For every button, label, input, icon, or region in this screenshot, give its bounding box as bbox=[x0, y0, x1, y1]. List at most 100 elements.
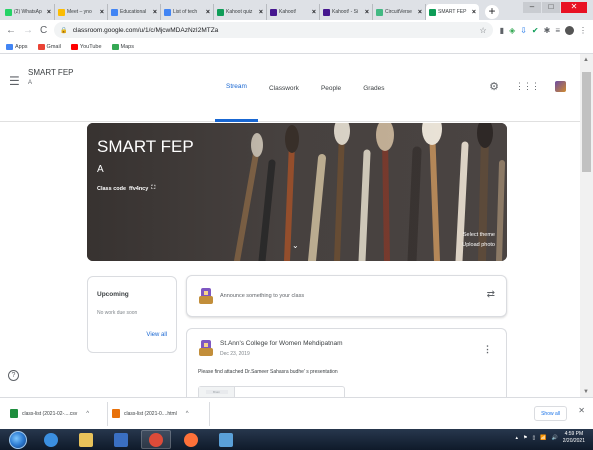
download-item[interactable]: class-list (2021-0....html ^ bbox=[108, 401, 210, 426]
gear-icon[interactable]: ⚙ bbox=[489, 80, 499, 93]
bookmark-item[interactable]: Gmail bbox=[37, 43, 61, 50]
upcoming-empty-text: No work due soon bbox=[97, 310, 138, 316]
reload-button[interactable]: C bbox=[40, 25, 47, 36]
url-input[interactable]: 🔒 classroom.google.com/u/1/c/MjcwMDAzNzI… bbox=[54, 22, 493, 38]
tab-grades[interactable]: Grades bbox=[352, 54, 395, 122]
tab-people[interactable]: People bbox=[310, 54, 352, 122]
tab-favicon-icon bbox=[323, 8, 330, 16]
chevron-down-icon[interactable]: ⌄ bbox=[292, 241, 299, 250]
tab-title: Kahoot! - Si bbox=[332, 9, 359, 15]
more-options-icon[interactable]: ⋮ bbox=[483, 344, 492, 355]
close-icon[interactable]: ✕ bbox=[578, 406, 585, 415]
browser-tab[interactable]: Meet – yno × bbox=[55, 4, 108, 20]
extension-icon[interactable]: ✱ bbox=[544, 26, 551, 35]
taskbar-firefox[interactable] bbox=[176, 430, 206, 449]
check-extension-icon[interactable]: ✔ bbox=[532, 26, 539, 35]
address-bar-row: ← → C 🔒 classroom.google.com/u/1/c/MjcwM… bbox=[0, 20, 593, 40]
show-hidden-icons-icon[interactable]: ▴ bbox=[516, 435, 519, 441]
extensions-area: ▮ ◈ ⇩ ✔ ✱ ≡ ⋮ bbox=[500, 25, 587, 35]
class-code: Class code ffv4ncy ⛶ bbox=[97, 185, 155, 192]
firefox-icon bbox=[184, 432, 198, 447]
hamburger-menu-icon[interactable]: ☰ bbox=[9, 74, 20, 88]
extension-icon[interactable]: ▮ bbox=[500, 26, 504, 35]
tab-title: (2) WhatsAp bbox=[14, 9, 42, 15]
page-scrollbar[interactable]: ▲ ▼ bbox=[580, 54, 593, 397]
window-close-button[interactable]: ✕ bbox=[561, 2, 587, 13]
scroll-down-icon[interactable]: ▼ bbox=[583, 389, 589, 395]
class-section: A bbox=[28, 80, 33, 86]
url-text: classroom.google.com/u/1/c/MjcwMDAzNzI2M… bbox=[72, 26, 219, 34]
scrollbar-thumb[interactable] bbox=[582, 72, 591, 172]
announce-box[interactable]: Announce something to your class ⇄ bbox=[186, 275, 507, 317]
tab-stream[interactable]: Stream bbox=[215, 54, 258, 122]
clock[interactable]: 4:59 PM 2/20/2021 bbox=[563, 431, 585, 445]
class-title[interactable]: SMART FEP bbox=[28, 68, 74, 77]
tab-title: Kahoot quiz bbox=[226, 9, 253, 15]
tab-list: (2) WhatsAp × Meet – yno × Educational × List … bbox=[2, 0, 479, 20]
tab-close-icon[interactable]: × bbox=[206, 9, 210, 16]
browser-tab[interactable]: Kahoot! × bbox=[267, 4, 320, 20]
taskbar-file-explorer[interactable] bbox=[71, 430, 101, 449]
volume-icon[interactable]: 🔊 bbox=[552, 435, 558, 441]
fullscreen-icon[interactable]: ⛶ bbox=[151, 185, 155, 192]
browser-tab[interactable]: Educational × bbox=[108, 4, 161, 20]
bookmark-item[interactable]: Apps bbox=[6, 43, 28, 50]
tab-close-icon[interactable]: × bbox=[312, 9, 316, 16]
maximize-button[interactable]: □ bbox=[542, 2, 560, 13]
download-list: class-list (2021-02-....csv ^ class-list (… bbox=[6, 401, 210, 426]
taskbar-media-player[interactable] bbox=[106, 430, 136, 449]
tab-close-icon[interactable]: × bbox=[418, 9, 422, 16]
tab-close-icon[interactable]: × bbox=[365, 9, 369, 16]
banner-actions: Select theme Upload photo bbox=[462, 230, 495, 250]
browser-tab[interactable]: Kahoot quiz × bbox=[214, 4, 267, 20]
taskbar-photos[interactable] bbox=[211, 430, 241, 449]
bookmark-icon bbox=[70, 43, 78, 50]
profile-avatar[interactable] bbox=[565, 25, 574, 35]
menu-icon[interactable]: ⋮ bbox=[579, 26, 587, 35]
extension-icon[interactable]: ◈ bbox=[509, 26, 515, 35]
bookmark-icon bbox=[37, 43, 45, 50]
browser-tab[interactable]: SMART FEP × bbox=[426, 4, 479, 20]
tab-title: Meet – yno bbox=[67, 9, 92, 15]
star-icon[interactable]: ☆ bbox=[479, 26, 486, 35]
back-button[interactable]: ← bbox=[6, 25, 16, 36]
tab-close-icon[interactable]: × bbox=[47, 9, 51, 16]
tab-close-icon[interactable]: × bbox=[153, 9, 157, 16]
apps-grid-icon[interactable]: ⋮⋮⋮ bbox=[515, 81, 540, 92]
repost-icon[interactable]: ⇄ bbox=[487, 289, 495, 300]
extension-icon[interactable]: ⇩ bbox=[520, 26, 527, 35]
show-all-button[interactable]: Show all bbox=[534, 406, 567, 421]
bookmark-item[interactable]: Maps bbox=[111, 43, 134, 50]
select-theme-link[interactable]: Select theme bbox=[462, 230, 495, 240]
taskbar-apps bbox=[31, 430, 241, 449]
scroll-up-icon[interactable]: ▲ bbox=[583, 57, 589, 63]
tab-classwork[interactable]: Classwork bbox=[258, 54, 310, 122]
avatar[interactable] bbox=[555, 81, 566, 92]
download-name: class-list (2021-02-....csv bbox=[22, 410, 78, 417]
browser-tab[interactable]: List of tech × bbox=[161, 4, 214, 20]
view-all-link[interactable]: View all bbox=[146, 332, 167, 338]
download-item[interactable]: class-list (2021-02-....csv ^ bbox=[6, 401, 108, 426]
browser-tab[interactable]: CircuitVerse × bbox=[373, 4, 426, 20]
bookmark-item[interactable]: YouTube bbox=[70, 43, 102, 50]
minimize-button[interactable]: – bbox=[523, 2, 541, 13]
chevron-up-icon[interactable]: ^ bbox=[186, 411, 189, 417]
new-tab-button[interactable]: + bbox=[485, 5, 499, 19]
flag-icon[interactable]: ⚑ bbox=[523, 435, 527, 441]
chevron-up-icon[interactable]: ^ bbox=[86, 411, 89, 417]
taskbar-internet-explorer[interactable] bbox=[36, 430, 66, 449]
battery-icon[interactable]: ▯ bbox=[533, 435, 536, 441]
upload-photo-link[interactable]: Upload photo bbox=[462, 240, 495, 250]
tab-close-icon[interactable]: × bbox=[100, 9, 104, 16]
tab-close-icon[interactable]: × bbox=[259, 9, 263, 16]
network-icon[interactable]: 📶 bbox=[540, 435, 546, 441]
taskbar-chrome[interactable] bbox=[141, 430, 171, 449]
help-icon[interactable]: ? bbox=[8, 370, 19, 381]
tab-favicon-icon bbox=[164, 8, 171, 16]
start-button[interactable] bbox=[9, 430, 27, 449]
playlist-icon[interactable]: ≡ bbox=[555, 26, 560, 35]
forward-button[interactable]: → bbox=[23, 25, 33, 36]
browser-tab[interactable]: Kahoot! - Si × bbox=[320, 4, 373, 20]
browser-tab[interactable]: (2) WhatsAp × bbox=[2, 4, 55, 20]
tab-close-icon[interactable]: × bbox=[472, 9, 476, 16]
